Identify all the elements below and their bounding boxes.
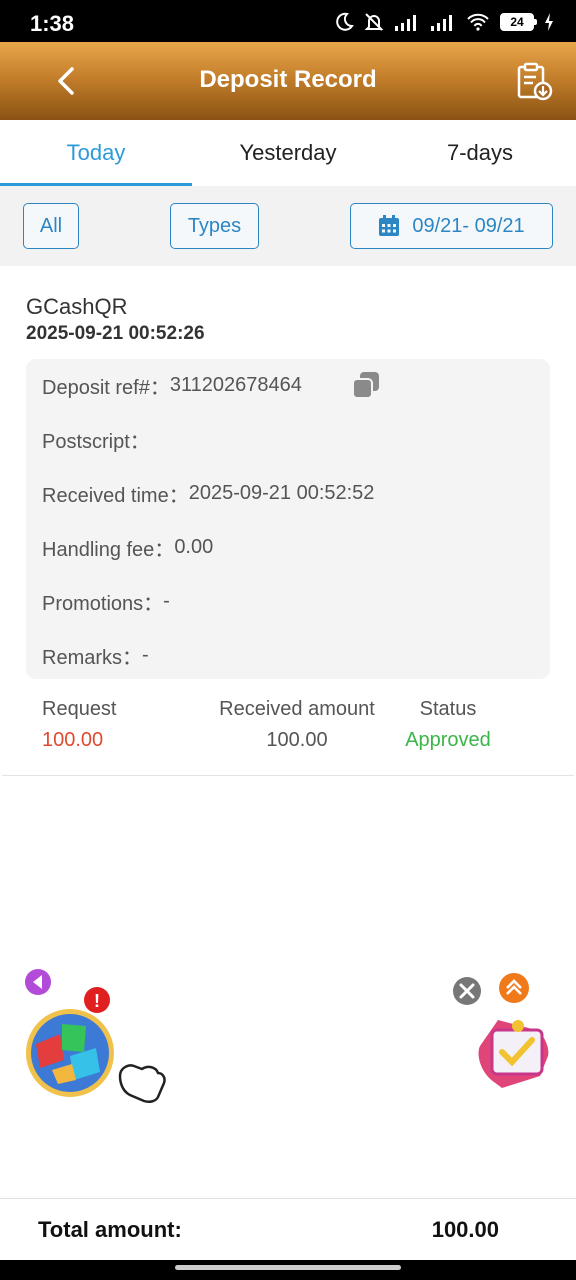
filter-bar: All Types 09/21- 09/21 — [0, 186, 576, 266]
promotions-row: Promotions： - — [42, 587, 170, 616]
page-title: Deposit Record — [199, 66, 377, 93]
date-range-button[interactable]: 09/21- 09/21 — [350, 203, 553, 249]
received-amount-label: Received amount — [219, 698, 375, 720]
app-header: Deposit Record — [0, 42, 576, 120]
status-time: 1:38 — [30, 11, 75, 36]
postscript-label: Postscript： — [42, 431, 150, 453]
remarks-value: - — [142, 644, 149, 666]
status-bar: 1:38 24 — [0, 0, 576, 42]
date-range-label: 09/21- 09/21 — [412, 214, 525, 237]
types-filter-button[interactable]: Types — [170, 203, 259, 249]
received-amount-value: 100.00 — [266, 729, 328, 751]
promotions-label: Promotions： — [42, 593, 164, 615]
bonus-widget[interactable] — [450, 968, 560, 1098]
system-nav-bar — [0, 1260, 576, 1280]
calendar-icon — [379, 215, 400, 236]
tab-today[interactable]: Today — [0, 120, 192, 186]
record-details: Deposit ref#： 311202678464 Postscript： R… — [26, 359, 550, 679]
record-time: 2025-09-21 00:52:26 — [26, 323, 205, 344]
svg-text:!: ! — [94, 991, 100, 1011]
charging-icon — [545, 13, 553, 31]
request-summary: Request 100.00 — [42, 698, 117, 752]
signal-icon — [395, 15, 416, 31]
received-time-label: Received time： — [42, 485, 189, 507]
all-filter-button[interactable]: All — [23, 203, 79, 249]
copy-icon[interactable] — [352, 371, 380, 399]
moon-icon — [336, 12, 354, 31]
handling-fee-value: 0.00 — [174, 536, 214, 558]
status-icons: 24 — [334, 11, 554, 33]
mute-bell-icon — [364, 13, 384, 31]
handling-fee-row: Handling fee： 0.00 — [42, 533, 213, 562]
signal-icon-2 — [431, 15, 452, 31]
tab-yesterday[interactable]: Yesterday — [192, 120, 384, 186]
deposit-ref-value: 311202678464 — [169, 374, 302, 396]
promotions-value: - — [163, 590, 170, 612]
request-value: 100.00 — [42, 729, 104, 751]
handling-fee-label: Handling fee： — [42, 539, 175, 561]
tab-7-days[interactable]: 7-days — [384, 120, 576, 186]
request-label: Request — [42, 698, 117, 720]
checklist-gift-icon — [478, 1020, 549, 1088]
received-time-value: 2025-09-21 00:52:52 — [188, 482, 375, 504]
arrow-up-icon[interactable] — [498, 972, 530, 1004]
pointer-hand-icon — [118, 1064, 166, 1104]
status-badge: Approved — [405, 729, 491, 751]
lucky-wheel-widget[interactable]: ! — [22, 966, 172, 1116]
close-icon[interactable] — [452, 976, 482, 1006]
total-bar: Total amount: 100.00 — [0, 1198, 576, 1260]
home-indicator[interactable] — [175, 1265, 401, 1270]
deposit-ref-row: Deposit ref#： 311202678464 — [42, 371, 302, 400]
wifi-icon — [467, 13, 489, 31]
payment-method: GCashQR — [26, 294, 128, 319]
received-time-row: Received time： 2025-09-21 00:52:52 — [42, 479, 374, 508]
deposit-record-card: GCashQR 2025-09-21 00:52:26 Deposit ref#… — [2, 266, 574, 776]
remarks-label: Remarks： — [42, 647, 143, 669]
date-tabs: Today Yesterday 7-days — [0, 120, 576, 186]
deposit-ref-label: Deposit ref#： — [42, 377, 170, 399]
status-label: Status — [419, 698, 477, 720]
remarks-row: Remarks： - — [42, 641, 149, 670]
total-value: 100.00 — [431, 1217, 499, 1242]
download-record-icon[interactable] — [516, 62, 554, 102]
postscript-row: Postscript： — [42, 425, 158, 454]
total-label: Total amount: — [38, 1217, 182, 1242]
battery-icon: 24 — [500, 13, 537, 31]
received-summary: Received amount 100.00 — [207, 698, 387, 752]
status-summary: Status Approved — [398, 698, 498, 752]
